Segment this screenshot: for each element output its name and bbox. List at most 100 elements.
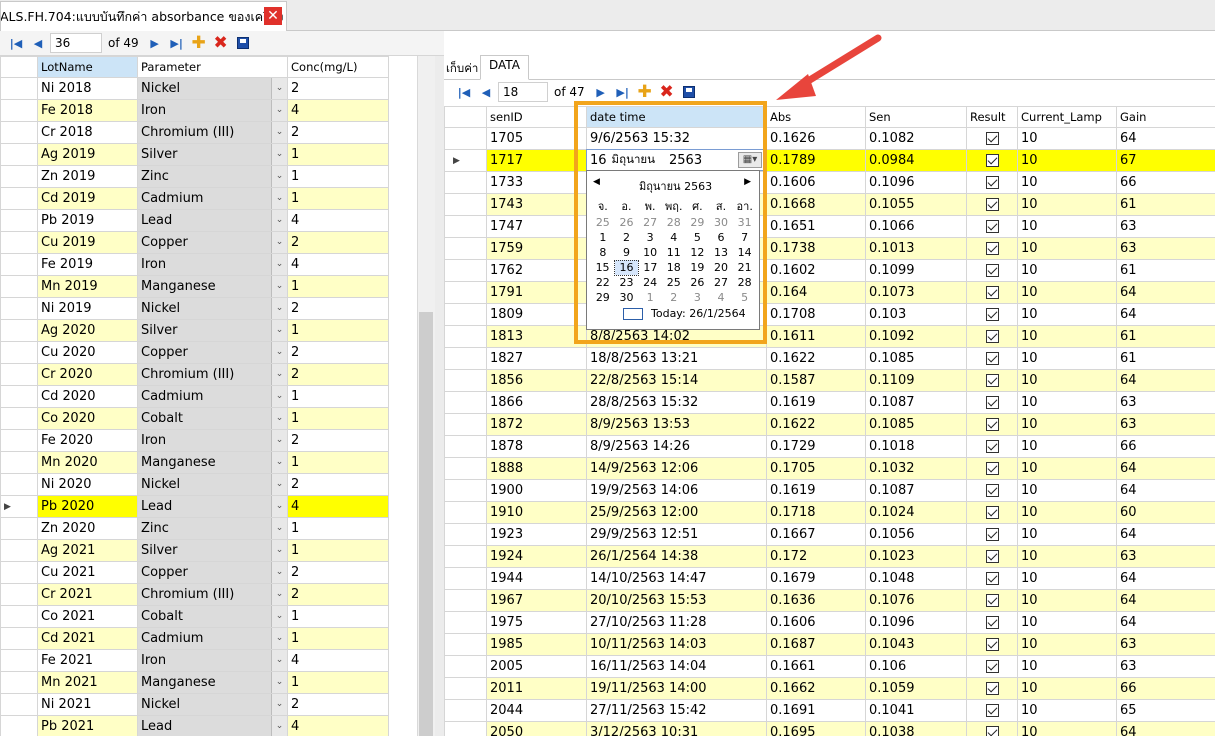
senid-cell[interactable]: 1743 <box>486 193 587 216</box>
result-checkbox[interactable] <box>985 638 999 651</box>
row-selector[interactable] <box>0 297 38 320</box>
lotname-cell[interactable]: Fe 2021 <box>37 649 138 672</box>
data-table-row[interactable]: 1762 0.1602 0.1099 10 61 <box>444 259 1215 282</box>
last-icon[interactable]: ▶| <box>167 33 187 53</box>
senid-cell[interactable]: 1733 <box>486 171 587 194</box>
lotname-cell[interactable]: Ag 2020 <box>37 319 138 342</box>
row-selector[interactable] <box>444 281 487 304</box>
result-cell[interactable] <box>966 259 1018 282</box>
col-header-current-lamp[interactable]: Current_Lamp <box>1017 106 1117 128</box>
save-icon[interactable] <box>233 33 253 53</box>
result-checkbox[interactable] <box>985 418 999 431</box>
row-selector[interactable] <box>0 209 38 232</box>
left-table-row[interactable]: Pb 2019 Lead ⌄ 4 <box>0 209 389 232</box>
chevron-down-icon[interactable]: ⌄ <box>271 232 287 253</box>
result-checkbox[interactable] <box>985 264 999 277</box>
data-table-row[interactable]: 1923 29/9/2563 12:51 0.1667 0.1056 10 64 <box>444 523 1215 546</box>
result-checkbox[interactable] <box>985 484 999 497</box>
parameter-combobox[interactable]: Lead ⌄ <box>137 495 288 518</box>
gain-cell[interactable]: 63 <box>1116 215 1215 238</box>
lotname-cell[interactable]: Cr 2018 <box>37 121 138 144</box>
abs-cell[interactable]: 0.1662 <box>766 677 866 700</box>
chevron-down-icon[interactable]: ⌄ <box>271 606 287 627</box>
result-cell[interactable] <box>966 237 1018 260</box>
lotname-cell[interactable]: Cd 2021 <box>37 627 138 650</box>
row-selector[interactable] <box>0 341 38 364</box>
result-checkbox[interactable] <box>985 682 999 695</box>
left-table-row[interactable]: Fe 2019 Iron ⌄ 4 <box>0 253 389 276</box>
col-header-parameter[interactable]: Parameter <box>137 56 288 78</box>
lotname-cell[interactable]: Fe 2019 <box>37 253 138 276</box>
result-cell[interactable] <box>966 215 1018 238</box>
parameter-combobox[interactable]: Zinc ⌄ <box>137 517 288 540</box>
result-checkbox[interactable] <box>985 594 999 607</box>
data-table-row[interactable]: 2005 16/11/2563 14:04 0.1661 0.106 10 63 <box>444 655 1215 678</box>
gain-cell[interactable]: 67 <box>1116 149 1215 172</box>
chevron-down-icon[interactable]: ⌄ <box>271 452 287 473</box>
chevron-down-icon[interactable]: ⌄ <box>271 210 287 231</box>
result-checkbox[interactable] <box>985 704 999 717</box>
result-checkbox[interactable] <box>985 330 999 343</box>
left-table-row[interactable]: Co 2021 Cobalt ⌄ 1 <box>0 605 389 628</box>
current-lamp-cell[interactable]: 10 <box>1017 149 1117 172</box>
row-selector[interactable] <box>444 545 487 568</box>
abs-cell[interactable]: 0.1729 <box>766 435 866 458</box>
abs-cell[interactable]: 0.1705 <box>766 457 866 480</box>
gain-cell[interactable]: 63 <box>1116 391 1215 414</box>
conc-cell[interactable]: 2 <box>287 341 389 364</box>
sen-cell[interactable]: 0.1085 <box>865 347 967 370</box>
parameter-combobox[interactable]: Cobalt ⌄ <box>137 407 288 430</box>
data-table-row[interactable]: 1733 0.1606 0.1096 10 66 <box>444 171 1215 194</box>
result-cell[interactable] <box>966 413 1018 436</box>
parameter-combobox[interactable]: Chromium (III) ⌄ <box>137 363 288 386</box>
gain-cell[interactable]: 61 <box>1116 259 1215 282</box>
current-lamp-cell[interactable]: 10 <box>1017 413 1117 436</box>
left-table-row[interactable]: Pb 2021 Lead ⌄ 4 <box>0 715 389 736</box>
gain-cell[interactable]: 63 <box>1116 545 1215 568</box>
result-cell[interactable] <box>966 523 1018 546</box>
current-lamp-cell[interactable]: 10 <box>1017 325 1117 348</box>
sen-cell[interactable]: 0.1056 <box>865 523 967 546</box>
row-selector[interactable] <box>0 539 38 562</box>
result-cell[interactable] <box>966 435 1018 458</box>
row-selector[interactable] <box>444 391 487 414</box>
current-lamp-cell[interactable]: 10 <box>1017 457 1117 480</box>
conc-cell[interactable]: 1 <box>287 605 389 628</box>
row-selector[interactable] <box>444 171 487 194</box>
left-table-row[interactable]: Cd 2020 Cadmium ⌄ 1 <box>0 385 389 408</box>
parameter-combobox[interactable]: Silver ⌄ <box>137 539 288 562</box>
chevron-down-icon[interactable]: ⌄ <box>271 694 287 715</box>
lotname-cell[interactable]: Co 2021 <box>37 605 138 628</box>
data-table-row[interactable]: 1975 27/10/2563 11:28 0.1606 0.1096 10 64 <box>444 611 1215 634</box>
datetime-cell[interactable]: 28/8/2563 15:32 <box>586 391 767 414</box>
conc-cell[interactable]: 1 <box>287 407 389 430</box>
data-table-row[interactable]: 1743 0.1668 0.1055 10 61 <box>444 193 1215 216</box>
data-table-row[interactable]: 1866 28/8/2563 15:32 0.1619 0.1087 10 63 <box>444 391 1215 414</box>
chevron-down-icon[interactable]: ⌄ <box>271 188 287 209</box>
left-table-row[interactable]: Ag 2020 Silver ⌄ 1 <box>0 319 389 342</box>
current-lamp-cell[interactable]: 10 <box>1017 237 1117 260</box>
datetime-cell[interactable]: 10/11/2563 14:03 <box>586 633 767 656</box>
row-selector[interactable] <box>444 457 487 480</box>
conc-cell[interactable]: 2 <box>287 473 389 496</box>
lotname-cell[interactable]: Fe 2020 <box>37 429 138 452</box>
current-lamp-cell[interactable]: 10 <box>1017 523 1117 546</box>
gain-cell[interactable]: 64 <box>1116 523 1215 546</box>
left-table-row[interactable]: Ni 2018 Nickel ⌄ 2 <box>0 77 389 100</box>
row-selector[interactable] <box>444 721 487 736</box>
row-selector[interactable] <box>444 435 487 458</box>
data-table-row[interactable]: 1809 0.1708 0.103 10 64 <box>444 303 1215 326</box>
result-cell[interactable] <box>966 501 1018 524</box>
gain-cell[interactable]: 64 <box>1116 303 1215 326</box>
left-table-row[interactable]: Zn 2020 Zinc ⌄ 1 <box>0 517 389 540</box>
gain-cell[interactable]: 61 <box>1116 347 1215 370</box>
right-position-field[interactable]: 18 <box>498 82 548 102</box>
col-header-result[interactable]: Result <box>966 106 1018 128</box>
left-scrollbar-thumb[interactable] <box>419 312 433 736</box>
row-selector[interactable] <box>0 649 38 672</box>
parameter-combobox[interactable]: Iron ⌄ <box>137 99 288 122</box>
result-checkbox[interactable] <box>985 528 999 541</box>
lotname-cell[interactable]: Mn 2021 <box>37 671 138 694</box>
parameter-combobox[interactable]: Manganese ⌄ <box>137 275 288 298</box>
conc-cell[interactable]: 2 <box>287 693 389 716</box>
